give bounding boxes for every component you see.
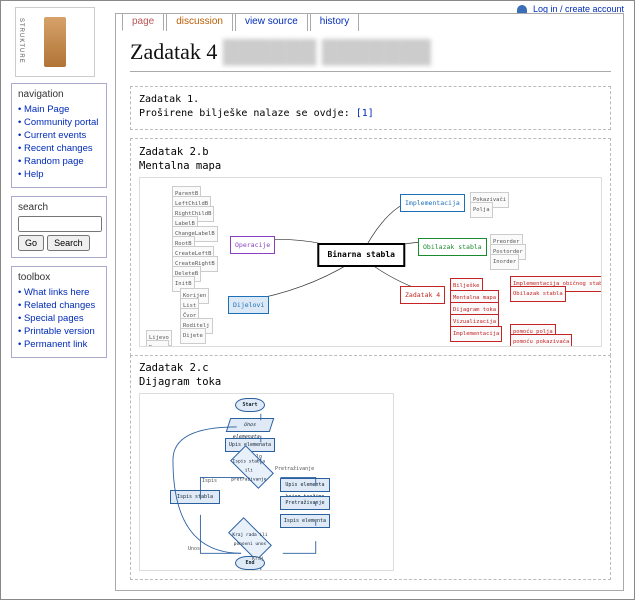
search-portlet: search Go Search — [11, 196, 107, 258]
mm-zadatak4: Zadatak 4 — [400, 286, 445, 304]
mindmap-image[interactable]: Binarna stabla Operacije Implementacija … — [139, 177, 602, 347]
mm-dijelovi: Dijelovi — [228, 296, 269, 314]
task2b-section: Zadatak 2.b Mentalna mapa Binarna stabla… — [130, 138, 611, 356]
page-title: Zadatak 4 ██████ ███████ — [130, 39, 623, 65]
task1-link[interactable]: [1] — [356, 108, 374, 119]
tool-what-links-here[interactable]: What links here — [24, 287, 89, 298]
nav-recent-changes[interactable]: Recent changes — [24, 143, 93, 154]
flowchart-image[interactable]: Start Unos elemenata Upis elemenata u st… — [139, 393, 394, 571]
site-logo[interactable]: STRUKTURE — [15, 7, 95, 77]
task1-text: Proširene bilješke nalaze se ovdje: — [139, 108, 350, 119]
fc-label: Kraj — [252, 552, 264, 566]
tool-special-pages[interactable]: Special pages — [24, 313, 84, 324]
fc-label: Ispis — [202, 474, 217, 488]
nav-main-page[interactable]: Main Page — [24, 104, 69, 115]
nav-community-portal[interactable]: Community portal — [24, 117, 98, 128]
mm-obilazak: Obilazak stabla — [418, 238, 487, 256]
tab-view-source[interactable]: view source — [235, 13, 308, 31]
task2b-heading: Zadatak 2.b — [139, 146, 209, 158]
mm-leaf: Dijete — [180, 328, 206, 344]
task2c-heading: Zadatak 2.c — [139, 362, 209, 374]
title-redacted: ██████ ███████ — [223, 39, 431, 64]
task1-section: Zadatak 1. Proširene bilješke nalaze se … — [130, 86, 611, 130]
toolbox-title: toolbox — [16, 272, 52, 283]
nav-current-events[interactable]: Current events — [24, 130, 86, 141]
tool-printable-version[interactable]: Printable version — [24, 326, 95, 337]
mm-leaf: Obilazak stabla — [510, 286, 566, 302]
mm-leaf: Inorder — [490, 254, 519, 270]
nav-portlet: navigation Main Page Community portal Cu… — [11, 83, 107, 188]
mm-leaf: pomoću pokazivača — [510, 334, 572, 347]
nav-random-page[interactable]: Random page — [24, 156, 84, 167]
task2b-sub: Mentalna mapa — [139, 160, 221, 172]
mm-leaf: Implementacija — [450, 326, 502, 342]
mm-leaf: Desno — [146, 340, 169, 347]
fc-label: Unos — [188, 542, 200, 556]
tab-page[interactable]: page — [122, 13, 164, 31]
toolbox-portlet: toolbox What links here Related changes … — [11, 266, 107, 358]
go-button[interactable]: Go — [18, 235, 44, 251]
mm-leaf: Polja — [470, 202, 493, 218]
logo-text: STRUKTURE — [18, 18, 24, 64]
search-input[interactable] — [18, 216, 102, 232]
tab-history[interactable]: history — [310, 13, 359, 31]
search-button[interactable]: Search — [47, 235, 90, 251]
tab-discussion[interactable]: discussion — [166, 13, 233, 31]
mm-operacije: Operacije — [230, 236, 275, 254]
task2c-sub: Dijagram toka — [139, 376, 221, 388]
nav-help[interactable]: Help — [24, 169, 44, 180]
mm-center: Binarna stabla — [318, 243, 405, 267]
content-area: page discussion view source history Zada… — [115, 13, 624, 591]
search-title: search — [16, 202, 50, 213]
task1-heading: Zadatak 1. — [139, 93, 602, 107]
nav-title: navigation — [16, 89, 66, 100]
mm-implementacija: Implementacija — [400, 194, 465, 212]
task2c-section: Zadatak 2.c Dijagram toka Start Unos ele… — [130, 355, 611, 580]
tool-related-changes[interactable]: Related changes — [24, 300, 95, 311]
tool-permanent-link[interactable]: Permanent link — [24, 339, 87, 350]
fc-label: Pretraživanje — [275, 462, 314, 476]
